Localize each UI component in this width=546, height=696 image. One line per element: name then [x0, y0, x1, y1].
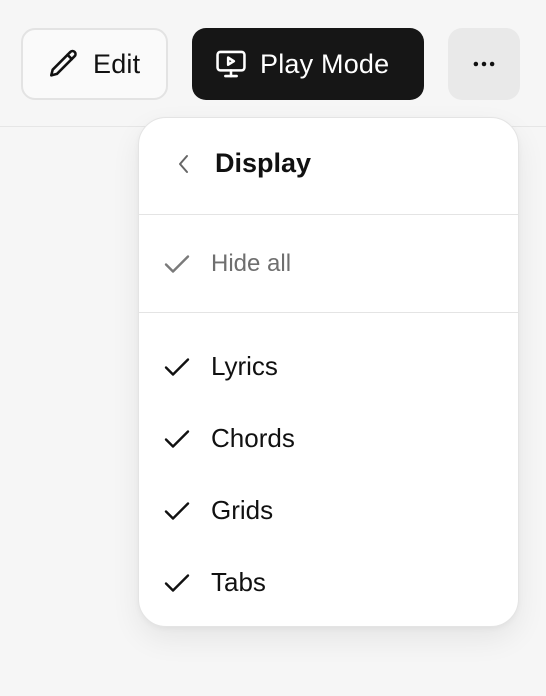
play-mode-button-label: Play Mode — [260, 48, 390, 79]
more-options-button[interactable] — [448, 28, 520, 100]
menu-item-lyrics[interactable]: Lyrics — [139, 337, 518, 397]
menu-item-label: Tabs — [211, 567, 266, 597]
menu-title: Display — [215, 148, 312, 178]
display-menu: Display Hide all Lyrics Chords Grids Tab… — [138, 117, 519, 627]
menu-item-tabs[interactable]: Tabs — [139, 553, 518, 613]
more-dots-icon — [473, 61, 495, 67]
check-icon — [164, 255, 190, 273]
menu-header[interactable]: Display — [139, 118, 518, 215]
hide-all-option[interactable]: Hide all — [139, 234, 518, 294]
menu-item-label: Lyrics — [211, 351, 278, 381]
monitor-play-icon — [216, 50, 246, 78]
pencil-icon — [49, 49, 77, 77]
menu-item-label: Chords — [211, 423, 295, 453]
edit-button[interactable]: Edit — [21, 28, 168, 100]
check-icon — [164, 358, 190, 376]
check-icon — [164, 574, 190, 592]
hide-all-section: Hide all — [139, 215, 518, 313]
menu-item-label: Grids — [211, 495, 274, 525]
edit-button-label: Edit — [93, 48, 141, 79]
hide-all-label: Hide all — [211, 250, 292, 277]
menu-item-grids[interactable]: Grids — [139, 481, 518, 541]
play-mode-button[interactable]: Play Mode — [192, 28, 424, 100]
check-icon — [164, 502, 190, 520]
toolbar: Edit Play Mode — [0, 0, 546, 127]
chevron-left-icon[interactable] — [173, 150, 195, 178]
check-icon — [164, 430, 190, 448]
menu-item-chords[interactable]: Chords — [139, 409, 518, 469]
